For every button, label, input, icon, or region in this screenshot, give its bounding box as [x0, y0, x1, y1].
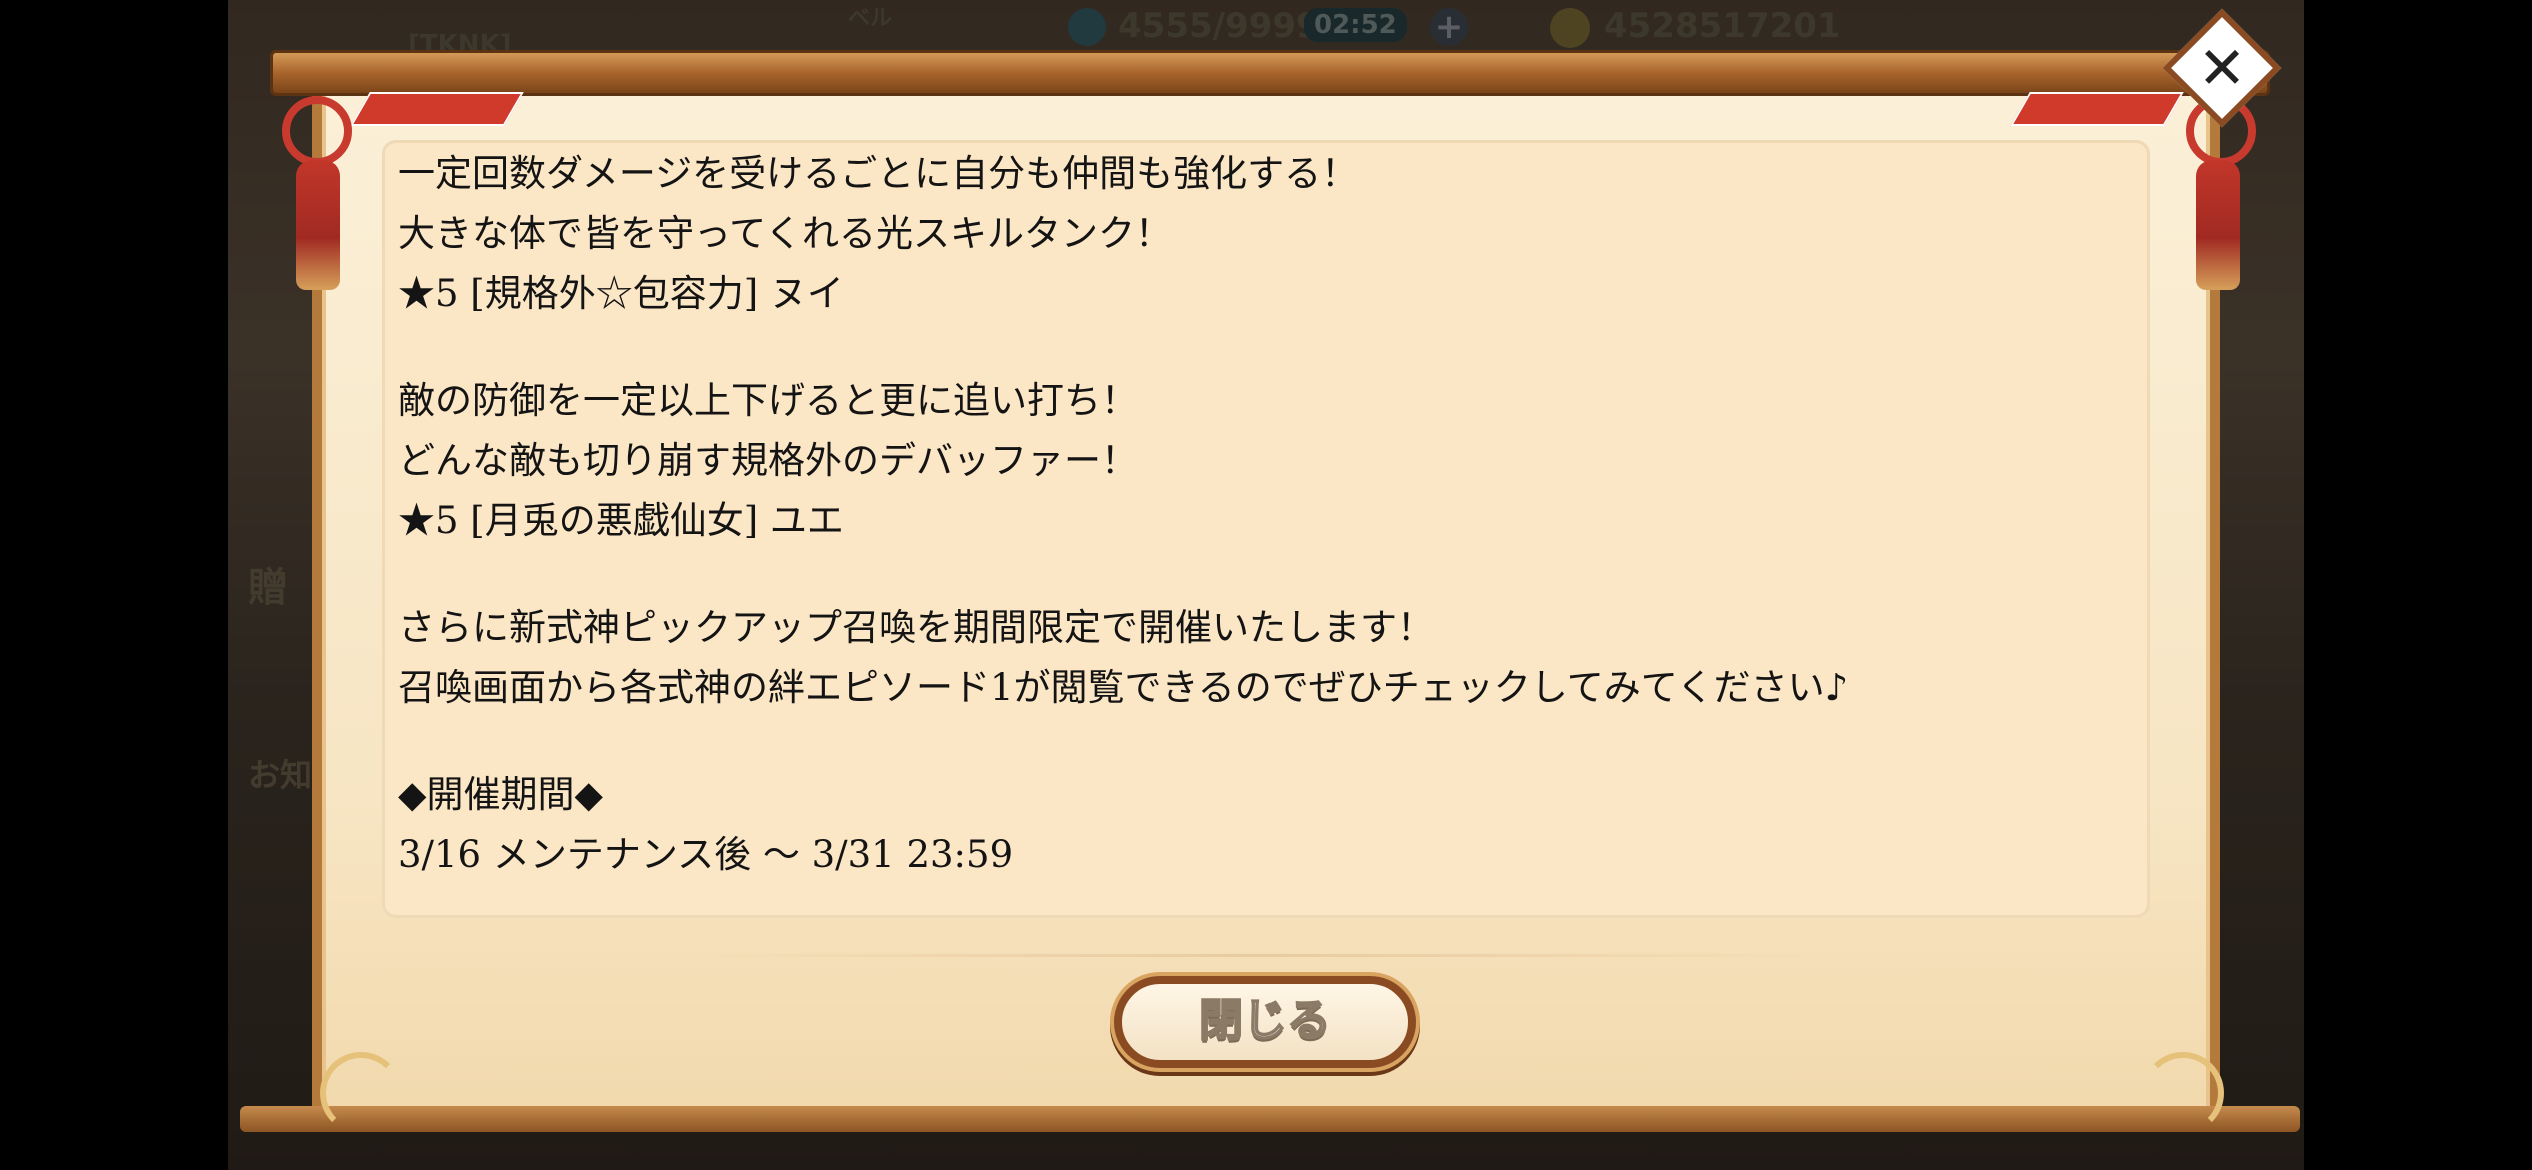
- notice-line: 召喚画面から各式神の絆エピソード1が閲覧できるのでぜひチェックしてみてください♪: [398, 666, 1849, 709]
- close-button[interactable]: 閉じる: [1114, 976, 1416, 1068]
- tassel-right-icon: [2196, 160, 2240, 290]
- close-icon[interactable]: ✕: [2180, 26, 2264, 110]
- frame-bottom-rail: [240, 1106, 2300, 1132]
- corner-ornament-icon: [320, 1052, 402, 1134]
- notice-line: 大きな体で皆を守ってくれる光スキルタンク！: [398, 212, 1173, 255]
- notice-gap: [398, 324, 2138, 371]
- divider: [700, 954, 1820, 957]
- notice-line: 3/16 メンテナンス後 〜 3/31 23:59: [398, 833, 1014, 876]
- ribbon-left: [350, 92, 524, 126]
- notice-gap: [398, 718, 2138, 765]
- notice-line: ★5 [規格外☆包容力] ヌイ: [398, 272, 844, 315]
- notice-line: ★5 [月兎の悪戯仙女] ユエ: [398, 499, 844, 542]
- frame-top-rail: [270, 50, 2270, 96]
- notice-text: 一定回数ダメージを受けるごとに自分も仲間も強化する！ 大きな体で皆を守ってくれる…: [398, 144, 2138, 885]
- ribbon-right: [2010, 92, 2184, 126]
- tassel-left-icon: [296, 160, 340, 290]
- notice-gap: [398, 551, 2138, 598]
- notice-line: 敵の防御を一定以上下げると更に追い打ち！: [398, 379, 1138, 422]
- notice-line: ◆開催期間◆: [398, 773, 603, 816]
- notice-line: さらに新式神ピックアップ召喚を期間限定で開催いたします！: [398, 606, 1434, 649]
- knot-left-icon: [282, 96, 352, 166]
- notice-line: 一定回数ダメージを受けるごとに自分も仲間も強化する！: [398, 152, 1359, 195]
- corner-ornament-icon: [2142, 1052, 2224, 1134]
- notice-line: どんな敵も切り崩す規格外のデバッファー！: [398, 439, 1138, 482]
